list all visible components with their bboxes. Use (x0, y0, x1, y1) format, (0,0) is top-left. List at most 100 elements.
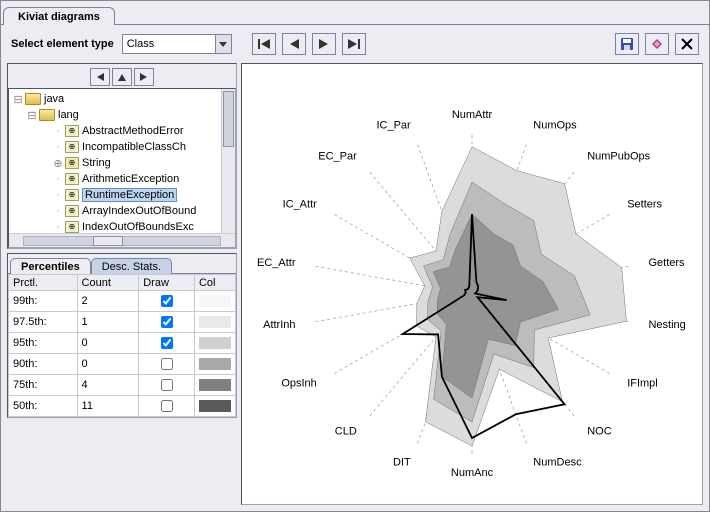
tree-node[interactable]: ·⊕AbstractMethodError (11, 123, 233, 139)
tree-next-button[interactable] (134, 68, 154, 86)
axis-label: IC_Par (376, 120, 411, 132)
cell-color[interactable] (194, 291, 235, 312)
axis-label: CLD (335, 425, 357, 437)
tab-kiviat[interactable]: Kiviat diagrams (3, 7, 115, 25)
th-col[interactable]: Col (194, 275, 235, 291)
prev-button[interactable] (282, 33, 306, 55)
cell-color[interactable] (194, 354, 235, 375)
chart-panel: NumAttrNumOpsNumPubOpsSettersGettersNest… (241, 63, 703, 505)
th-count[interactable]: Count (77, 275, 139, 291)
cell-color[interactable] (194, 333, 235, 354)
tree-node-label: AbstractMethodError (82, 125, 183, 137)
class-icon: ⊕ (65, 189, 79, 201)
toolbar: Select element type Class (1, 25, 709, 59)
tree-node[interactable]: ·⊕ArithmeticException (11, 171, 233, 187)
tree-node[interactable]: ·⊕ArrayIndexOutOfBound (11, 203, 233, 219)
window: Kiviat diagrams Select element type Clas… (0, 0, 710, 512)
color-swatch (199, 358, 231, 370)
tree-root: java (44, 93, 64, 105)
cell-color[interactable] (194, 375, 235, 396)
tree-view[interactable]: ⊟java ⊟lang ·⊕AbstractMethodError·⊕Incom… (8, 88, 236, 248)
tree-node[interactable]: ⊕⊕String (11, 155, 233, 171)
cell-count[interactable]: 11 (77, 396, 139, 417)
th-draw[interactable]: Draw (139, 275, 195, 291)
color-swatch (199, 400, 231, 412)
axis-label: EC_Par (318, 151, 357, 163)
cell-count[interactable]: 2 (77, 291, 139, 312)
table-row: 99th:2 (9, 291, 236, 312)
draw-checkbox[interactable] (161, 358, 173, 370)
cell-draw[interactable] (139, 375, 195, 396)
radar-svg: NumAttrNumOpsNumPubOpsSettersGettersNest… (242, 64, 702, 504)
kiviat-chart: NumAttrNumOpsNumPubOpsSettersGettersNest… (242, 64, 702, 504)
cell-prctl: 97.5th: (9, 312, 78, 333)
cell-prctl: 75th: (9, 375, 78, 396)
tree-node-label: RuntimeException (82, 188, 177, 202)
axis-label: EC_Attr (257, 257, 296, 269)
combo-dropdown-button[interactable] (215, 35, 231, 53)
tab-percentiles[interactable]: Percentiles (10, 258, 91, 274)
axis-label: NOC (587, 425, 612, 437)
cell-count[interactable]: 1 (77, 312, 139, 333)
stats-panel: Percentiles Desc. Stats. Prctl. Count Dr… (7, 253, 237, 418)
axis-label: NumOps (533, 120, 577, 132)
class-icon: ⊕ (65, 205, 79, 217)
tree-node-label: ArithmeticException (82, 173, 179, 185)
hscrollbar[interactable] (9, 233, 235, 247)
cell-draw[interactable] (139, 333, 195, 354)
element-type-combo[interactable]: Class (122, 34, 232, 54)
tree-up-button[interactable] (112, 68, 132, 86)
tab-desc-stats[interactable]: Desc. Stats. (91, 258, 172, 274)
tree-node-label: IncompatibleClassCh (82, 141, 186, 153)
cell-draw[interactable] (139, 354, 195, 375)
axis-label: Getters (648, 257, 685, 269)
cell-draw[interactable] (139, 291, 195, 312)
cell-color[interactable] (194, 396, 235, 417)
save-button[interactable] (615, 33, 639, 55)
vscrollbar[interactable] (221, 89, 235, 233)
first-button[interactable] (252, 33, 276, 55)
draw-checkbox[interactable] (161, 337, 173, 349)
table-row: 95th:0 (9, 333, 236, 354)
cell-count[interactable]: 0 (77, 354, 139, 375)
cell-color[interactable] (194, 312, 235, 333)
tree-node-label: IndexOutOfBoundsExc (82, 221, 194, 233)
table-row: 97.5th:1 (9, 312, 236, 333)
table-row: 90th:0 (9, 354, 236, 375)
th-prctl[interactable]: Prctl. (9, 275, 78, 291)
axis-label: Setters (627, 198, 662, 210)
tree-node-label: ArrayIndexOutOfBound (82, 205, 196, 217)
class-icon: ⊕ (65, 141, 79, 153)
cell-prctl: 90th: (9, 354, 78, 375)
draw-checkbox[interactable] (161, 400, 173, 412)
folder-icon (25, 93, 41, 105)
cell-count[interactable]: 4 (77, 375, 139, 396)
tree-prev-button[interactable] (90, 68, 110, 86)
axis-label: IC_Attr (283, 198, 318, 210)
axis-label: OpsInh (281, 378, 316, 390)
class-icon: ⊕ (65, 173, 79, 185)
cell-draw[interactable] (139, 312, 195, 333)
left-column: ⊟java ⊟lang ·⊕AbstractMethodError·⊕Incom… (7, 63, 237, 505)
draw-checkbox[interactable] (161, 295, 173, 307)
last-button[interactable] (342, 33, 366, 55)
next-button[interactable] (312, 33, 336, 55)
table-row: 50th:11 (9, 396, 236, 417)
axis-label: DIT (393, 456, 411, 468)
cell-draw[interactable] (139, 396, 195, 417)
axis-label: NumAttr (452, 109, 493, 121)
class-icon: ⊕ (65, 221, 79, 233)
close-button[interactable] (675, 33, 699, 55)
tree-node-label: String (82, 157, 111, 169)
axis-label: Nesting (648, 319, 685, 331)
tree-node[interactable]: ·⊕IncompatibleClassCh (11, 139, 233, 155)
subtabstrip: Percentiles Desc. Stats. (8, 254, 236, 274)
draw-checkbox[interactable] (161, 316, 173, 328)
cell-count[interactable]: 0 (77, 333, 139, 354)
draw-checkbox[interactable] (161, 379, 173, 391)
help-button[interactable] (645, 33, 669, 55)
axis-label: NumDesc (533, 456, 582, 468)
tree-nav (8, 64, 236, 88)
tree-node[interactable]: ·⊕RuntimeException (11, 187, 233, 203)
axis-label: AttrInh (263, 319, 295, 331)
